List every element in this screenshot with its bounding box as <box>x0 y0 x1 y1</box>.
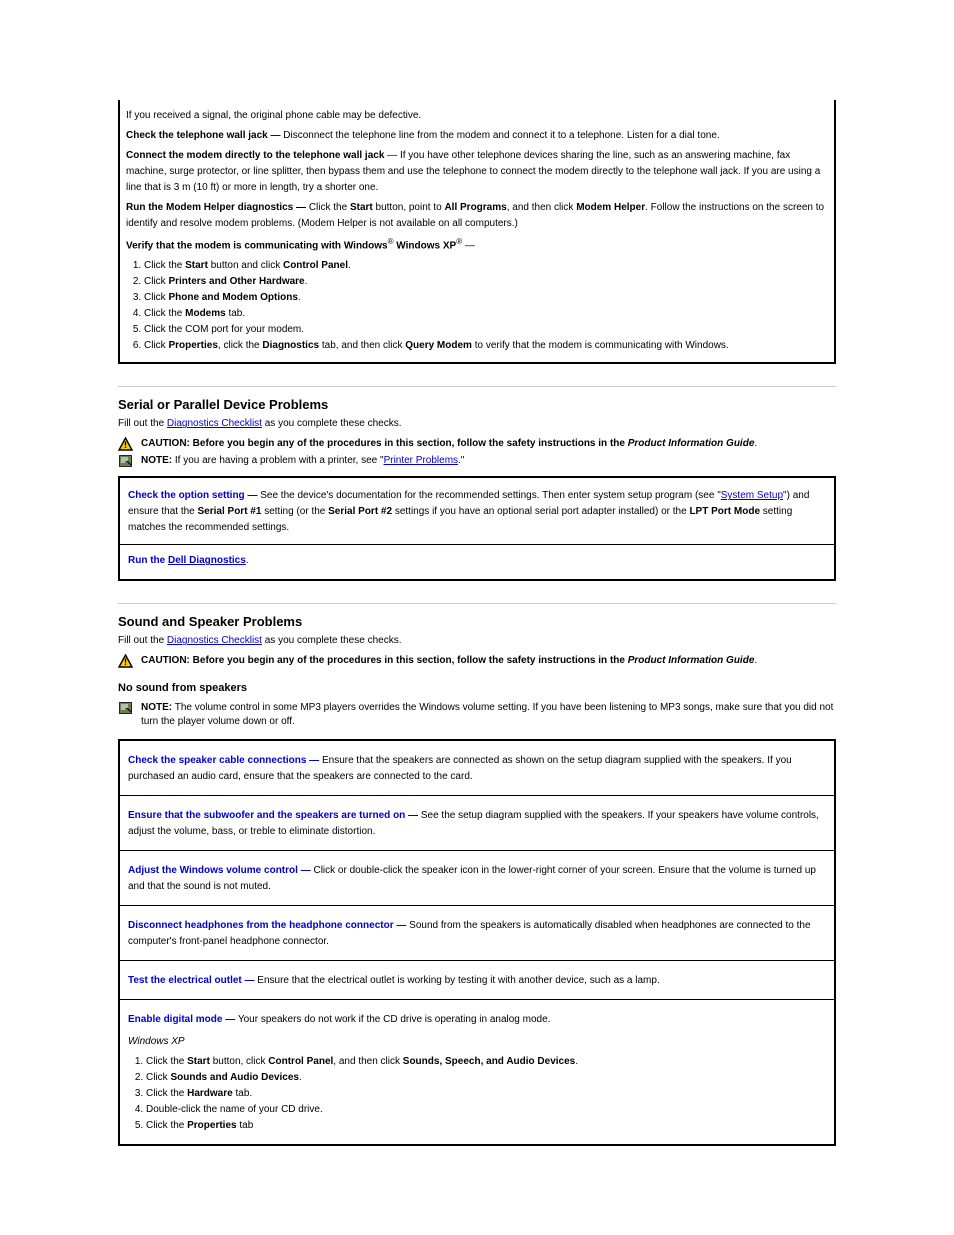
enable-digital-label: Enable digital mode — <box>128 1014 235 1025</box>
system-setup-link[interactable]: System Setup <box>721 490 783 501</box>
sound-troubleshooting-table: Check the speaker cable connections — En… <box>118 739 836 1146</box>
serial-note-text: NOTE: If you are having a problem with a… <box>141 453 464 468</box>
cell-windows-volume: Adjust the Windows volume control — Clic… <box>120 851 834 905</box>
run-dell-diagnostics-row: Run the Dell Diagnostics. <box>128 553 826 569</box>
cell-enable-digital: Enable digital mode — Your speakers do n… <box>120 1000 834 1144</box>
vm-step-5: Click the COM port for your modem. <box>144 322 828 338</box>
subwoofer-on-label: Ensure that the subwoofer and the speake… <box>128 810 418 821</box>
caution-icon <box>118 654 133 668</box>
ed-step-4: Double-click the name of your CD drive. <box>146 1102 826 1118</box>
no-sound-subheading: No sound from speakers <box>118 682 836 694</box>
serial-caution-text: CAUTION: Before you begin any of the pro… <box>141 436 757 451</box>
sound-caution-text: CAUTION: Before you begin any of the pro… <box>141 653 757 668</box>
verify-modem-row: Verify that the modem is communicating w… <box>126 234 828 356</box>
divider-1 <box>118 386 836 387</box>
dash-separator: — <box>271 130 281 141</box>
diagnostics-checklist-link[interactable]: Diagnostics Checklist <box>167 418 262 429</box>
check-speaker-cable-label: Check the speaker cable connections — <box>128 755 319 766</box>
test-outlet-label: Test the electrical outlet — <box>128 975 255 986</box>
serial-box-divider <box>120 544 834 545</box>
cell-speaker-cable: Check the speaker cable connections — En… <box>120 741 834 795</box>
sound-caution: CAUTION: Before you begin any of the pro… <box>118 653 836 668</box>
diagnostics-checklist-link-2[interactable]: Diagnostics Checklist <box>167 635 262 646</box>
connect-modem-direct-label: Connect the modem directly to the teleph… <box>126 150 384 161</box>
caution-icon <box>118 437 133 451</box>
signal-defective-cable-note: If you received a signal, the original p… <box>126 106 828 126</box>
check-wall-jack-text: Disconnect the telephone line from the m… <box>283 130 719 141</box>
sound-speaker-heading: Sound and Speaker Problems <box>118 614 836 629</box>
serial-caution: CAUTION: Before you begin any of the pro… <box>118 436 836 451</box>
disconnect-headphones-label: Disconnect headphones from the headphone… <box>128 920 406 931</box>
windows-volume-label: Adjust the Windows volume control — <box>128 865 311 876</box>
check-option-setting-row: Check the option setting — See the devic… <box>128 488 826 536</box>
vm-step-2: Click Printers and Other Hardware. <box>144 274 828 290</box>
note-icon <box>118 454 133 468</box>
mh-helper: Modem Helper <box>576 202 645 213</box>
check-option-setting-label: Check the option setting — <box>128 490 257 501</box>
cell-test-outlet: Test the electrical outlet — Ensure that… <box>120 961 834 999</box>
run-modem-helper-row: Run the Modem Helper diagnostics — Click… <box>126 198 828 234</box>
dell-diagnostics-link[interactable]: Dell Diagnostics <box>168 555 246 566</box>
ed-step-1: Click the Start button, click Control Pa… <box>146 1054 826 1070</box>
ed-step-3: Click the Hardware tab. <box>146 1086 826 1102</box>
modem-troubleshooting-box: If you received a signal, the original p… <box>118 100 836 364</box>
check-wall-jack-row: Check the telephone wall jack — Disconne… <box>126 126 828 146</box>
run-modem-helper-label: Run the Modem Helper diagnostics — <box>126 202 306 213</box>
divider-2 <box>118 603 836 604</box>
winxp-italic: Windows XP <box>128 1036 185 1047</box>
vm-step-4: Click the Modems tab. <box>144 306 828 322</box>
enable-digital-steps: Click the Start button, click Control Pa… <box>146 1054 826 1134</box>
serial-parallel-heading: Serial or Parallel Device Problems <box>118 397 836 412</box>
verify-modem-label: Verify that the modem is communicating w… <box>126 240 388 251</box>
mh-t3: , and then click <box>507 202 576 213</box>
mh-t1: Click the <box>309 202 350 213</box>
check-wall-jack-label: Check the telephone wall jack <box>126 130 268 141</box>
mh-all: All Programs <box>444 202 506 213</box>
verify-winxp: Windows XP <box>396 240 456 251</box>
sound-intro: Fill out the Diagnostics Checklist as yo… <box>118 633 836 649</box>
serial-intro: Fill out the Diagnostics Checklist as yo… <box>118 416 836 432</box>
serial-framed-box: Check the option setting — See the devic… <box>118 476 836 581</box>
ed-step-5: Click the Properties tab <box>146 1118 826 1134</box>
vm-step-3: Click Phone and Modem Options. <box>144 290 828 306</box>
vm-step-1: Click the Start button and click Control… <box>144 258 828 274</box>
ed-step-2: Click Sounds and Audio Devices. <box>146 1070 826 1086</box>
verify-modem-steps: Click the Start button and click Control… <box>144 258 828 354</box>
mh-start: Start <box>350 202 373 213</box>
serial-note: NOTE: If you are having a problem with a… <box>118 453 836 468</box>
vm-step-6: Click Properties, click the Diagnostics … <box>144 338 828 354</box>
connect-modem-direct-row: Connect the modem directly to the teleph… <box>126 146 828 198</box>
reg-symbol-2: ® <box>456 237 462 246</box>
sound-note: NOTE: The volume control in some MP3 pla… <box>118 700 836 729</box>
cell-disconnect-headphones: Disconnect headphones from the headphone… <box>120 906 834 960</box>
cell-subwoofer-on: Ensure that the subwoofer and the speake… <box>120 796 834 850</box>
sound-note-text: NOTE: The volume control in some MP3 pla… <box>141 700 836 729</box>
reg-symbol-1: ® <box>388 237 394 246</box>
mh-t2: button, point to <box>373 202 445 213</box>
printer-problems-link[interactable]: Printer Problems <box>384 455 458 466</box>
note-icon <box>118 701 133 715</box>
